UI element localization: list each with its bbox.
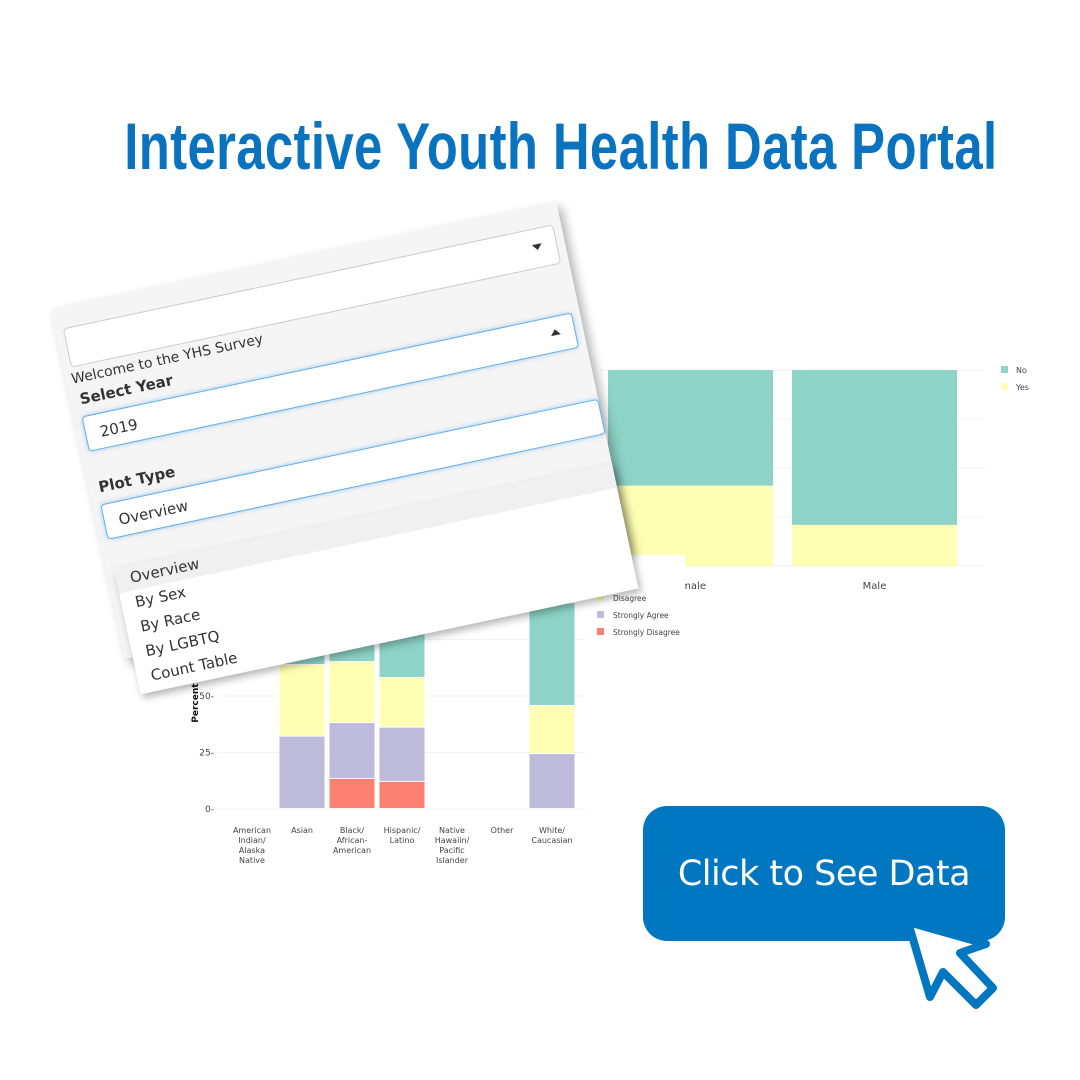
legend-label: Strongly Agree [613, 611, 669, 620]
legend-label: Strongly Disagree [613, 628, 680, 637]
chevron-down-icon [531, 243, 543, 252]
x-tick-label: Asian [291, 826, 313, 835]
see-data-button[interactable]: Click to See Data [643, 806, 1005, 941]
bar-female-yes [608, 485, 773, 566]
y-tick-label: 25- [199, 749, 214, 759]
bar-hispanic-latino-strongly-disagree [379, 781, 425, 808]
x-tick-label: Male [863, 581, 887, 592]
y-tick-label: 0- [205, 805, 214, 815]
bar-asian-strongly-agree [279, 736, 325, 808]
bar-hispanic-latino-strongly-agree [379, 727, 425, 781]
x-tick-label: Native Hawaiin/Pacific Islander [435, 826, 470, 865]
legend-swatch [1001, 366, 1008, 373]
bar-white-caucasian-disagree [529, 705, 575, 754]
bar-asian-disagree [279, 665, 325, 736]
bar-hispanic-latino-disagree [379, 677, 425, 727]
plot-type-value: Overview [117, 496, 190, 529]
bar-female-no [608, 370, 773, 486]
chevron-up-icon [549, 328, 561, 337]
x-tick-label: Other [491, 826, 514, 835]
legend-swatch [597, 628, 604, 635]
bar-white-caucasian-strongly-agree [529, 754, 575, 808]
bar-black-african-american-strongly-disagree [329, 778, 375, 808]
bar-black-african-american-strongly-agree [329, 723, 375, 778]
bar-male-yes [792, 524, 957, 566]
bar-male-no [792, 370, 957, 525]
legend-label: No [1016, 366, 1027, 375]
legend-label: Disagree [613, 594, 647, 603]
year-value: 2019 [98, 415, 140, 441]
y-tick-label: 50- [199, 692, 214, 702]
legend-label: Yes [1015, 383, 1029, 392]
bar-black-african-american-disagree [329, 662, 375, 723]
legend-swatch [1001, 383, 1008, 390]
bar-white-caucasian-agree [529, 603, 575, 705]
legend-swatch [597, 611, 604, 618]
